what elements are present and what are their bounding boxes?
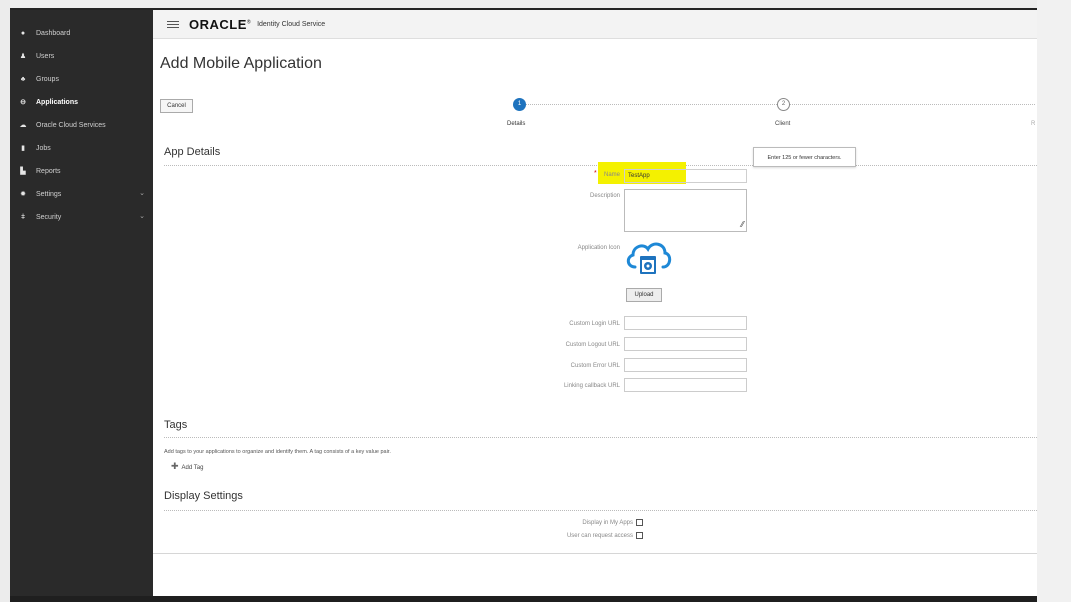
display-in-my-apps-row: Display in My Apps xyxy=(523,519,643,526)
sidebar-item-label: Reports xyxy=(36,167,61,175)
custom-error-url-input[interactable] xyxy=(624,358,747,372)
sidebar-item-label: Users xyxy=(36,52,55,60)
cloud-icon: ☁ xyxy=(19,122,27,129)
step-1-label: Details xyxy=(507,121,526,127)
form-bottom-divider xyxy=(153,553,1037,554)
description-textarea[interactable]: ⁄⁄ xyxy=(624,189,747,232)
outer-background xyxy=(1037,0,1071,602)
tags-divider xyxy=(164,437,1037,438)
user-icon: ♟ xyxy=(19,53,27,60)
linking-callback-url-input[interactable] xyxy=(624,378,747,392)
jobs-icon: ▮ xyxy=(21,145,25,152)
sidebar-item-oracle-cloud-services[interactable]: ☁ Oracle Cloud Services xyxy=(10,114,153,136)
tags-description: Add tags to your applications to organiz… xyxy=(164,449,391,455)
custom-login-url-input[interactable] xyxy=(624,316,747,330)
app-details-title: App Details xyxy=(164,146,221,158)
tags-title: Tags xyxy=(164,419,188,431)
groups-icon: ♣ xyxy=(20,75,26,83)
sidebar-item-users[interactable]: ♟ Users xyxy=(10,45,153,67)
sidebar-item-applications[interactable]: ⊖ Applications xyxy=(10,91,153,113)
sidebar-item-label: Settings xyxy=(36,190,62,198)
reports-icon: ▙ xyxy=(20,168,26,175)
sidebar-item-label: Security xyxy=(36,213,62,221)
add-tag-button[interactable]: ✚ Add Tag xyxy=(171,461,203,472)
sidebar: ● Dashboard ♟ Users ♣ Groups ⊖ Applications ☁ Ora… xyxy=(10,10,153,596)
cloud-app-icon xyxy=(624,237,672,279)
name-tooltip: Enter 125 or fewer characters. xyxy=(753,147,856,167)
display-settings-divider xyxy=(164,510,1037,511)
sidebar-item-label: Dashboard xyxy=(36,29,71,37)
upload-button[interactable]: Upload xyxy=(626,288,662,302)
resize-handle-icon[interactable]: ⁄⁄ xyxy=(741,220,744,229)
plus-icon: ✚ xyxy=(171,461,179,471)
user-can-request-checkbox[interactable] xyxy=(636,532,643,539)
key-icon: ǂ xyxy=(20,213,26,221)
linking-callback-url-label: Linking callback URL xyxy=(563,383,620,389)
name-label: Name xyxy=(603,172,620,178)
step-2-label: Client xyxy=(775,121,791,127)
display-settings-title: Display Settings xyxy=(164,490,243,502)
display-in-my-apps-label: Display in My Apps xyxy=(582,519,633,526)
name-input[interactable]: TestApp xyxy=(624,169,747,183)
sidebar-item-label: Groups xyxy=(36,75,59,83)
oracle-logo: ORACLE® xyxy=(189,16,252,32)
applications-icon: ⊖ xyxy=(20,99,26,106)
page-title: Add Mobile Application xyxy=(160,55,322,72)
sidebar-item-label: Oracle Cloud Services xyxy=(36,121,106,129)
custom-login-url-label: Custom Login URL xyxy=(569,321,620,327)
step-2-indicator[interactable]: 2 xyxy=(777,98,790,111)
menu-icon[interactable] xyxy=(167,19,179,30)
custom-error-url-label: Custom Error URL xyxy=(570,363,620,369)
app-window: ● Dashboard ♟ Users ♣ Groups ⊖ Applications ☁ Ora… xyxy=(10,8,1037,596)
step-1-indicator[interactable]: 1 xyxy=(513,98,526,111)
top-header: ORACLE® Identity Cloud Service xyxy=(153,10,1037,39)
display-in-my-apps-checkbox[interactable] xyxy=(636,519,643,526)
add-tag-label: Add Tag xyxy=(181,465,204,471)
dashboard-icon: ● xyxy=(20,29,26,37)
sidebar-item-jobs[interactable]: ▮ Jobs xyxy=(10,137,153,159)
product-name: Identity Cloud Service xyxy=(257,20,326,28)
gear-icon: ✹ xyxy=(20,191,26,198)
custom-logout-url-input[interactable] xyxy=(624,337,747,351)
sidebar-item-security[interactable]: ǂ Security ⌄ xyxy=(10,206,153,228)
application-icon-label: Application Icon xyxy=(577,245,620,251)
main-content: Add Mobile Application Cancel 1 2 Detail… xyxy=(153,39,1037,596)
chevron-down-icon[interactable]: ⌄ xyxy=(139,212,145,220)
description-label: Description xyxy=(589,193,620,199)
sidebar-item-label: Applications xyxy=(36,98,79,106)
sidebar-item-reports[interactable]: ▙ Reports xyxy=(10,160,153,182)
user-can-request-label: User can request access xyxy=(566,532,633,539)
user-can-request-row: User can request access xyxy=(523,532,643,539)
sidebar-item-settings[interactable]: ✹ Settings ⌄ xyxy=(10,183,153,205)
custom-logout-url-label: Custom Logout URL xyxy=(565,342,620,348)
sidebar-item-groups[interactable]: ♣ Groups xyxy=(10,68,153,90)
sidebar-item-dashboard[interactable]: ● Dashboard xyxy=(10,22,153,44)
chevron-down-icon[interactable]: ⌄ xyxy=(139,189,145,197)
sidebar-item-label: Jobs xyxy=(36,144,51,152)
cancel-button[interactable]: Cancel xyxy=(160,99,193,113)
taskbar-strip xyxy=(10,596,1037,602)
step-3-label: R xyxy=(1031,121,1036,127)
